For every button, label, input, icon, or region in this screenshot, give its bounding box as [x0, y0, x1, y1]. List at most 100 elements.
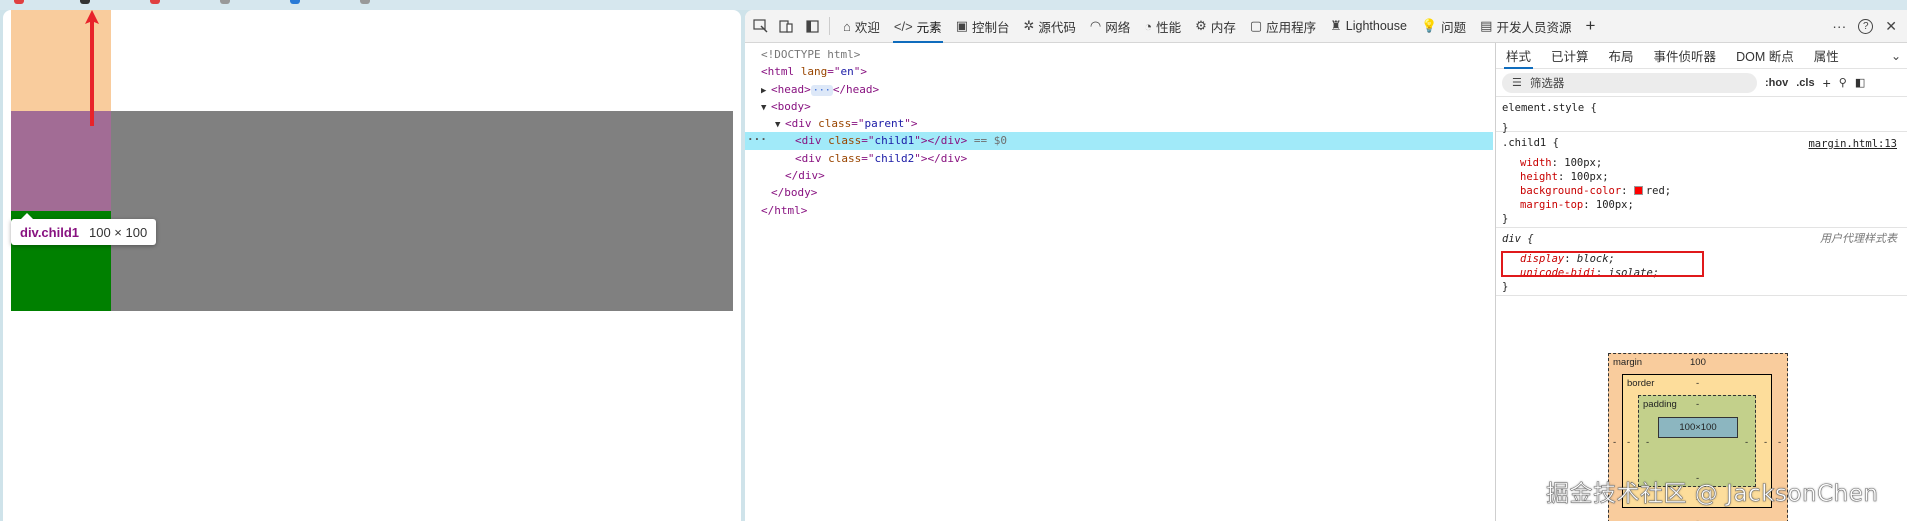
tab-elements[interactable]: </> 元素: [887, 10, 949, 43]
tab-network[interactable]: ◠ 网络: [1083, 10, 1137, 43]
dom-parent-div[interactable]: ▼ <div class="parent">: [745, 115, 1493, 132]
tab-favicon-gray: [220, 0, 230, 4]
device-emulation-icon[interactable]: [775, 15, 797, 37]
child1-rule[interactable]: .child1 { margin.html:13 width: 100px; h…: [1496, 132, 1907, 228]
div-close-tag: </div>: [927, 134, 968, 148]
dom-head-collapsed[interactable]: ▶ <head> ··· </head>: [745, 81, 1493, 98]
tab-issues[interactable]: 💡 问题: [1414, 10, 1473, 43]
dom-html-close[interactable]: </html>: [745, 202, 1493, 219]
tab-label: Lighthouse: [1345, 19, 1407, 33]
border-label: border: [1627, 378, 1655, 389]
close-icon[interactable]: ✕: [1885, 18, 1897, 35]
child1-div-highlighted[interactable]: [11, 111, 111, 211]
class-attr: class: [818, 117, 852, 131]
collapsed-content-badge[interactable]: ···: [810, 84, 833, 96]
padding-right-value[interactable]: -: [1745, 437, 1748, 448]
border-left-value[interactable]: -: [1627, 437, 1630, 448]
tab-application[interactable]: ▢ 应用程序: [1243, 10, 1323, 43]
margin-left-value[interactable]: -: [1613, 437, 1616, 448]
dom-body-open[interactable]: ▼ <body>: [745, 98, 1493, 115]
property-value: 100px;: [1570, 171, 1609, 183]
tab-computed[interactable]: 已计算: [1541, 43, 1599, 69]
code-icon: </>: [893, 18, 913, 34]
dom-body-close[interactable]: </body>: [745, 184, 1493, 201]
declaration-height[interactable]: height: 100px;: [1502, 170, 1901, 184]
tab-styles[interactable]: 样式: [1496, 43, 1541, 69]
selected-node-marker: == $0: [973, 134, 1007, 148]
color-swatch[interactable]: [1633, 186, 1643, 195]
tab-console[interactable]: ▣ 控制台: [949, 10, 1017, 43]
tab-favicon-dark: [80, 0, 90, 4]
tab-properties[interactable]: 属性: [1804, 43, 1849, 69]
more-options-icon[interactable]: ···: [1832, 18, 1846, 34]
hover-state-toggle[interactable]: :hov: [1765, 77, 1788, 89]
body-close-tag: </body>: [771, 186, 818, 200]
dock-side-icon[interactable]: [801, 15, 823, 37]
box-model-content[interactable]: 100×100: [1658, 417, 1738, 438]
tab-label: 网络: [1105, 20, 1131, 35]
tab-sources[interactable]: ✲ 源代码: [1017, 10, 1083, 43]
dom-doctype[interactable]: <!DOCTYPE html>: [745, 46, 1493, 63]
tab-event-listeners[interactable]: 事件侦听器: [1644, 43, 1727, 69]
tab-performance[interactable]: ◔ 性能: [1137, 10, 1188, 43]
dom-parent-close[interactable]: </div>: [745, 167, 1493, 184]
declaration-background-color[interactable]: background-color: red;: [1502, 184, 1901, 198]
tab-label: 性能: [1156, 20, 1182, 35]
border-right-value[interactable]: -: [1764, 437, 1767, 448]
border-top-value[interactable]: -: [1696, 378, 1699, 389]
declaration-width[interactable]: width: 100px;: [1502, 156, 1901, 170]
user-agent-stylesheet-label: 用户代理样式表: [1820, 233, 1897, 245]
tab-favicon-gray: [360, 0, 370, 4]
padding-top-value[interactable]: -: [1696, 399, 1699, 410]
declaration-margin-top[interactable]: margin-top: 100px;: [1502, 198, 1901, 212]
dom-child1-div-selected[interactable]: ··· <div class="child1"></div> == $0: [745, 131, 1493, 150]
head-close-tag: </head>: [832, 82, 880, 96]
element-inspect-tooltip: div.child1 100 × 100: [11, 213, 157, 245]
tab-label: 源代码: [1038, 20, 1076, 35]
tab-lighthouse[interactable]: ♜ Lighthouse: [1323, 10, 1414, 43]
padding-left-value[interactable]: -: [1646, 437, 1649, 448]
toggle-sidebar-icon[interactable]: ◧: [1855, 76, 1865, 89]
dom-child2-div[interactable]: <div class="child2"></div>: [745, 150, 1493, 167]
div-tag-name: div: [791, 117, 812, 131]
help-icon[interactable]: ?: [1858, 18, 1874, 34]
add-tab-button[interactable]: +: [1578, 10, 1602, 43]
div-tag-name: div: [801, 134, 822, 148]
tab-label: 控制台: [971, 20, 1010, 35]
tab-memory[interactable]: ⚙ 内存: [1188, 10, 1243, 43]
html-lang-attr: lang: [800, 65, 828, 79]
child1-class-value: child1: [874, 134, 915, 148]
tab-developer-resources[interactable]: ▤ 开发人员资源: [1473, 10, 1578, 43]
add-rule-icon[interactable]: +: [1823, 75, 1831, 91]
dom-html-open[interactable]: <html lang="en">: [745, 63, 1493, 80]
element-style-rule[interactable]: element.style { }: [1496, 97, 1907, 134]
body-open-tag: <body>: [771, 99, 811, 113]
filter-input[interactable]: ☰ 筛选器: [1502, 72, 1757, 93]
tab-favicon-red: [150, 0, 160, 4]
class-toggle[interactable]: .cls: [1796, 77, 1814, 89]
margin-top-value[interactable]: 100: [1690, 357, 1706, 368]
filter-icon: ☰: [1512, 77, 1522, 89]
chevron-down-icon[interactable]: ⌄: [1891, 49, 1901, 63]
property-value: 100px;: [1564, 157, 1603, 169]
node-actions-icon[interactable]: ···: [747, 131, 767, 148]
browser-chrome-strip: [0, 0, 1907, 10]
margin-bottom-value[interactable]: -: [1696, 516, 1699, 521]
tab-label: 元素: [916, 20, 942, 35]
application-icon: ▢: [1249, 18, 1263, 33]
dom-tree: <!DOCTYPE html> <html lang="en"> ▶ <head>…: [745, 43, 1493, 521]
property-value: red;: [1645, 185, 1672, 197]
color-format-icon[interactable]: ⚲: [1839, 76, 1847, 89]
tab-welcome[interactable]: ⌂ 欢迎: [836, 10, 887, 43]
tab-dom-breakpoints[interactable]: DOM 断点: [1726, 43, 1804, 69]
margin-right-value[interactable]: -: [1778, 437, 1781, 448]
tooltip-size: 100 × 100: [89, 224, 148, 240]
parent-div[interactable]: [11, 111, 733, 311]
child1-source-link[interactable]: margin.html:13: [1808, 137, 1897, 151]
div-tag-name: div: [801, 151, 822, 165]
html-lang-value: en: [840, 65, 854, 79]
tab-favicon-blue: [290, 0, 300, 4]
tab-layout[interactable]: 布局: [1599, 43, 1644, 69]
tab-label: 开发人员资源: [1496, 20, 1572, 35]
inspect-element-icon[interactable]: [749, 15, 771, 37]
